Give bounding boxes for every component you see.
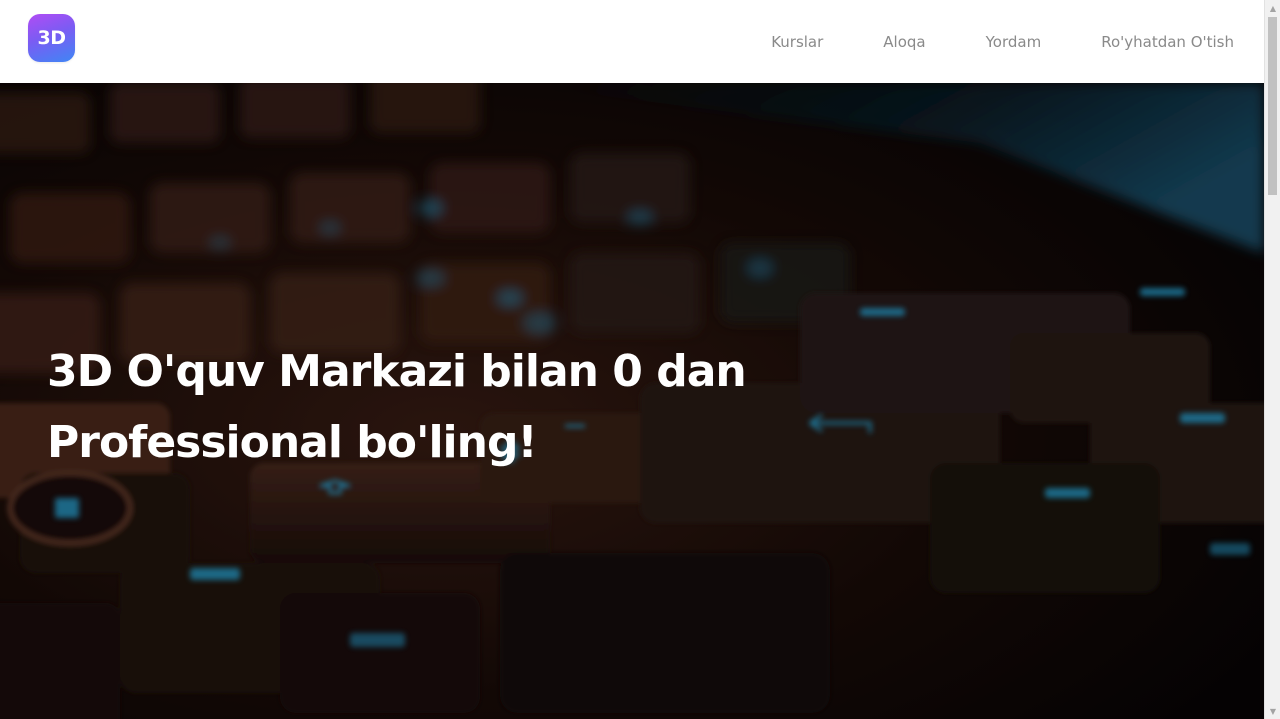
hero-title-line2: Professional bo'ling! bbox=[47, 417, 538, 468]
hero-title: 3D O'quv Markazi bilan 0 dan Professiona… bbox=[47, 336, 767, 478]
logo-text: 3D bbox=[37, 27, 67, 49]
page-scrollbar[interactable]: ▲ ▼ bbox=[1264, 0, 1280, 719]
hero-title-line1: 3D O'quv Markazi bilan 0 dan bbox=[47, 346, 747, 397]
scroll-up-icon[interactable]: ▲ bbox=[1265, 0, 1280, 16]
scroll-thumb[interactable] bbox=[1268, 17, 1277, 195]
nav-item-kurslar[interactable]: Kurslar bbox=[771, 33, 823, 51]
nav-item-yordam[interactable]: Yordam bbox=[986, 33, 1042, 51]
main-nav: Kurslar Aloqa Yordam Ro'yhatdan O'tish bbox=[711, 0, 1234, 83]
site-header: 3D Kurslar Aloqa Yordam Ro'yhatdan O'tis… bbox=[0, 0, 1264, 83]
scroll-down-icon[interactable]: ▼ bbox=[1265, 703, 1280, 719]
page: 3D Kurslar Aloqa Yordam Ro'yhatdan O'tis… bbox=[0, 0, 1280, 719]
hero-section: 3D O'quv Markazi bilan 0 dan Professiona… bbox=[0, 83, 1264, 719]
nav-item-register[interactable]: Ro'yhatdan O'tish bbox=[1101, 33, 1234, 51]
nav-item-aloqa[interactable]: Aloqa bbox=[883, 33, 925, 51]
logo[interactable]: 3D bbox=[28, 14, 75, 62]
